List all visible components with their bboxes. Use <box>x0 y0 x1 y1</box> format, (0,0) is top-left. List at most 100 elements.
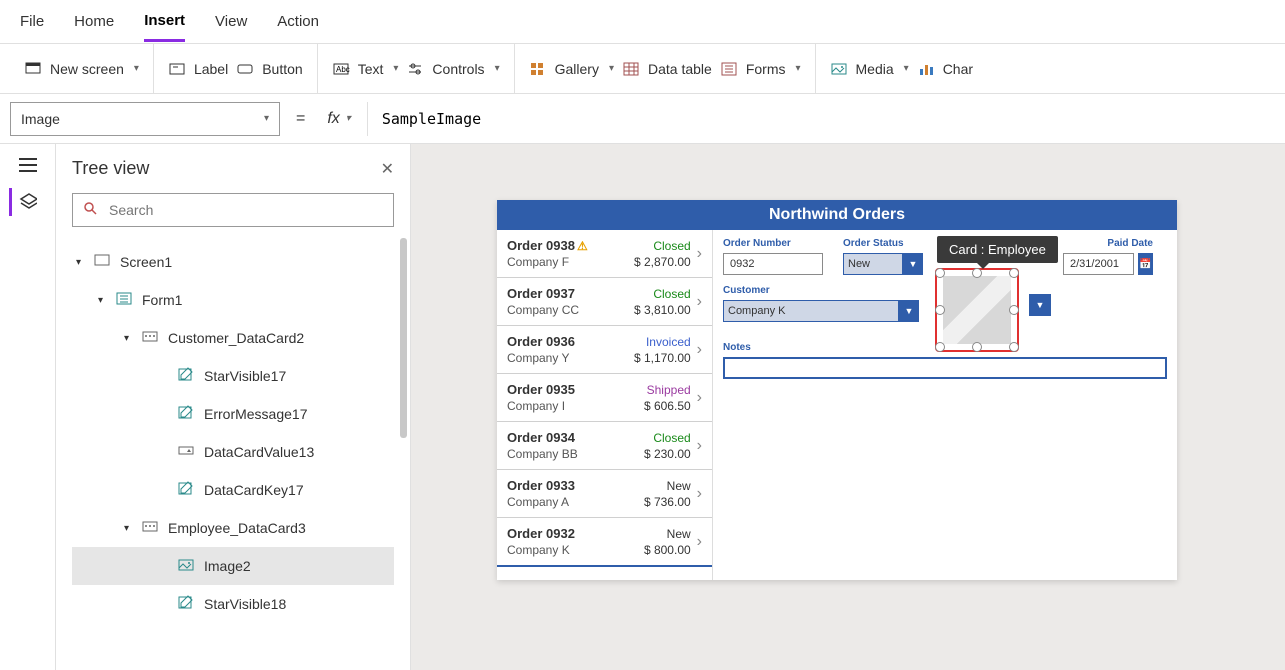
charts-button[interactable]: Char <box>917 60 973 78</box>
order-number: Order 0934 <box>507 430 644 445</box>
forms-button[interactable]: Forms▾ <box>720 60 801 78</box>
tree-item-datacardkey17[interactable]: DataCardKey17 <box>72 471 394 509</box>
order-status: Invoiced <box>634 335 691 349</box>
screen-icon <box>24 60 42 78</box>
menu-file[interactable]: File <box>20 3 44 40</box>
ribbon-toolbar: New screen▾ Label Button Abc Text▾ Contr… <box>0 44 1285 94</box>
edit-icon <box>178 597 196 611</box>
tree-item-screen1[interactable]: ▾Screen1 <box>72 243 394 281</box>
order-number: Order 0936 <box>507 334 634 349</box>
employee-image-card[interactable]: Card : Employee <box>935 268 1019 352</box>
order-status: New <box>644 527 691 541</box>
tree-item-label: StarVisible18 <box>204 596 286 612</box>
warning-icon: ⚠ <box>577 239 588 253</box>
search-input[interactable] <box>72 193 394 227</box>
resize-handle[interactable] <box>1009 305 1019 315</box>
tree-view-title: Tree view <box>72 158 149 179</box>
equals-sign: = <box>290 110 311 128</box>
resize-handle[interactable] <box>935 342 945 352</box>
tree-item-errormessage17[interactable]: ErrorMessage17 <box>72 395 394 433</box>
order-status: Closed <box>644 431 691 445</box>
order-number: Order 0933 <box>507 478 644 493</box>
tree-item-datacardvalue13[interactable]: DataCardValue13 <box>72 433 394 471</box>
close-icon[interactable]: ✕ <box>381 159 394 179</box>
resize-handle[interactable] <box>1009 268 1019 278</box>
resize-handle[interactable] <box>972 268 982 278</box>
orders-gallery[interactable]: Order 0938⚠Company FClosed$ 2,870.00›Ord… <box>497 230 713 580</box>
calendar-icon[interactable]: 📅 <box>1138 253 1153 275</box>
fx-button[interactable]: fx▾ <box>321 110 356 128</box>
chevron-right-icon: › <box>697 245 702 263</box>
resize-handle[interactable] <box>972 342 982 352</box>
tree-item-employee-datacard3[interactable]: ▾Employee_DataCard3 <box>72 509 394 547</box>
order-list-item[interactable]: Order 0933Company ANew$ 736.00› <box>497 470 712 518</box>
paid-date-label: Paid Date <box>1063 238 1153 249</box>
employee-dropdown[interactable]: ▼ <box>1029 294 1051 316</box>
order-number-field[interactable]: 0932 <box>723 253 823 275</box>
menu-home[interactable]: Home <box>74 3 114 40</box>
media-button[interactable]: Media▾ <box>830 60 909 78</box>
formula-bar: Image ▾ = fx▾ <box>0 94 1285 144</box>
tree-item-starvisible18[interactable]: StarVisible18 <box>72 585 394 623</box>
menu-insert[interactable]: Insert <box>144 2 185 42</box>
order-list-item[interactable]: Order 0932Company KNew$ 800.00› <box>497 518 712 567</box>
button-button[interactable]: Button <box>236 60 302 78</box>
tree-view-panel: Tree view ✕ ▾Screen1▾Form1▾Customer_Data… <box>56 144 411 670</box>
app-preview: Northwind Orders Order 0938⚠Company FClo… <box>497 200 1177 580</box>
order-number: Order 0938⚠ <box>507 238 634 253</box>
gallery-button[interactable]: Gallery▾ <box>529 60 614 78</box>
datatable-button[interactable]: Data table <box>622 60 712 78</box>
resize-handle[interactable] <box>935 305 945 315</box>
property-selector[interactable]: Image ▾ <box>10 102 280 136</box>
scrollbar[interactable] <box>400 238 407 438</box>
caret-icon: ▾ <box>76 257 86 268</box>
tree-item-image2[interactable]: Image2 <box>72 547 394 585</box>
chevron-right-icon: › <box>697 485 702 503</box>
tree-view-tab[interactable] <box>19 192 37 213</box>
app-title: Northwind Orders <box>497 200 1177 230</box>
order-company: Company CC <box>507 303 634 317</box>
order-list-item[interactable]: Order 0938⚠Company FClosed$ 2,870.00› <box>497 230 712 278</box>
order-status-label: Order Status <box>843 238 923 249</box>
resize-handle[interactable] <box>935 268 945 278</box>
image-placeholder-icon <box>943 276 1011 344</box>
hamburger-button[interactable] <box>19 158 37 172</box>
tree-item-form1[interactable]: ▾Form1 <box>72 281 394 319</box>
notes-field[interactable] <box>723 357 1167 379</box>
order-amount: $ 1,170.00 <box>634 351 691 365</box>
order-status: New <box>644 479 691 493</box>
order-list-item[interactable]: Order 0936Company YInvoiced$ 1,170.00› <box>497 326 712 374</box>
label-icon <box>168 60 186 78</box>
tree-item-label: Employee_DataCard3 <box>168 520 306 536</box>
order-status-select[interactable]: New▼ <box>843 253 923 275</box>
resize-handle[interactable] <box>1009 342 1019 352</box>
chart-icon <box>917 60 935 78</box>
formula-input[interactable] <box>367 102 1275 136</box>
order-amount: $ 230.00 <box>644 447 691 461</box>
new-screen-button[interactable]: New screen▾ <box>24 60 139 78</box>
menu-view[interactable]: View <box>215 3 247 40</box>
chevron-down-icon: ▾ <box>904 63 909 74</box>
customer-select[interactable]: Company K▼ <box>723 300 919 322</box>
chevron-down-icon: ▾ <box>393 63 398 74</box>
chevron-down-icon: ▾ <box>495 63 500 74</box>
edit-icon <box>178 407 196 421</box>
text-button[interactable]: Abc Text▾ <box>332 60 399 78</box>
tree-item-customer-datacard2[interactable]: ▾Customer_DataCard2 <box>72 319 394 357</box>
canvas[interactable]: Northwind Orders Order 0938⚠Company FClo… <box>411 144 1285 670</box>
tree-item-label: DataCardValue13 <box>204 444 314 460</box>
order-list-item[interactable]: Order 0934Company BBClosed$ 230.00› <box>497 422 712 470</box>
card-icon <box>142 331 160 345</box>
forms-icon <box>720 60 738 78</box>
layers-icon <box>19 192 37 210</box>
chevron-right-icon: › <box>697 293 702 311</box>
tree-item-starvisible17[interactable]: StarVisible17 <box>72 357 394 395</box>
edit-icon <box>178 369 196 383</box>
search-icon <box>83 201 101 219</box>
controls-button[interactable]: Controls▾ <box>406 60 499 78</box>
menu-action[interactable]: Action <box>277 3 319 40</box>
label-button[interactable]: Label <box>168 60 228 78</box>
order-list-item[interactable]: Order 0937Company CCClosed$ 3,810.00› <box>497 278 712 326</box>
paid-date-field[interactable]: 2/31/2001 📅 <box>1063 253 1153 275</box>
order-list-item[interactable]: Order 0935Company IShipped$ 606.50› <box>497 374 712 422</box>
